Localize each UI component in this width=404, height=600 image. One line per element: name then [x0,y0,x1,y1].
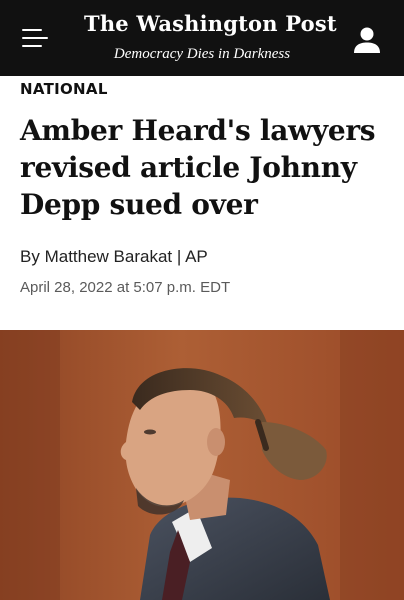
section-label[interactable]: NATIONAL [20,80,108,98]
masthead[interactable]: The Washington Post Democracy Dies in Da… [84,10,337,63]
byline-prefix: By [20,247,40,266]
user-account-icon[interactable] [352,26,382,54]
publish-timestamp: April 28, 2022 at 5:07 p.m. EDT [20,279,231,296]
agency-name: AP [185,247,208,266]
article-headline: Amber Heard's lawyers revised article Jo… [20,114,376,221]
site-tagline: Democracy Dies in Darkness [113,46,291,62]
article-page: The Washington Post Democracy Dies in Da… [0,0,404,600]
hamburger-menu-icon[interactable] [22,27,48,49]
site-header: The Washington Post Democracy Dies in Da… [0,0,404,76]
byline: By Matthew Barakat | AP [20,247,208,267]
site-logo[interactable]: The Washington Post [84,10,337,38]
author-link[interactable]: Matthew Barakat [45,247,173,266]
byline-separator: | [176,247,182,266]
article-photo[interactable] [0,330,404,600]
